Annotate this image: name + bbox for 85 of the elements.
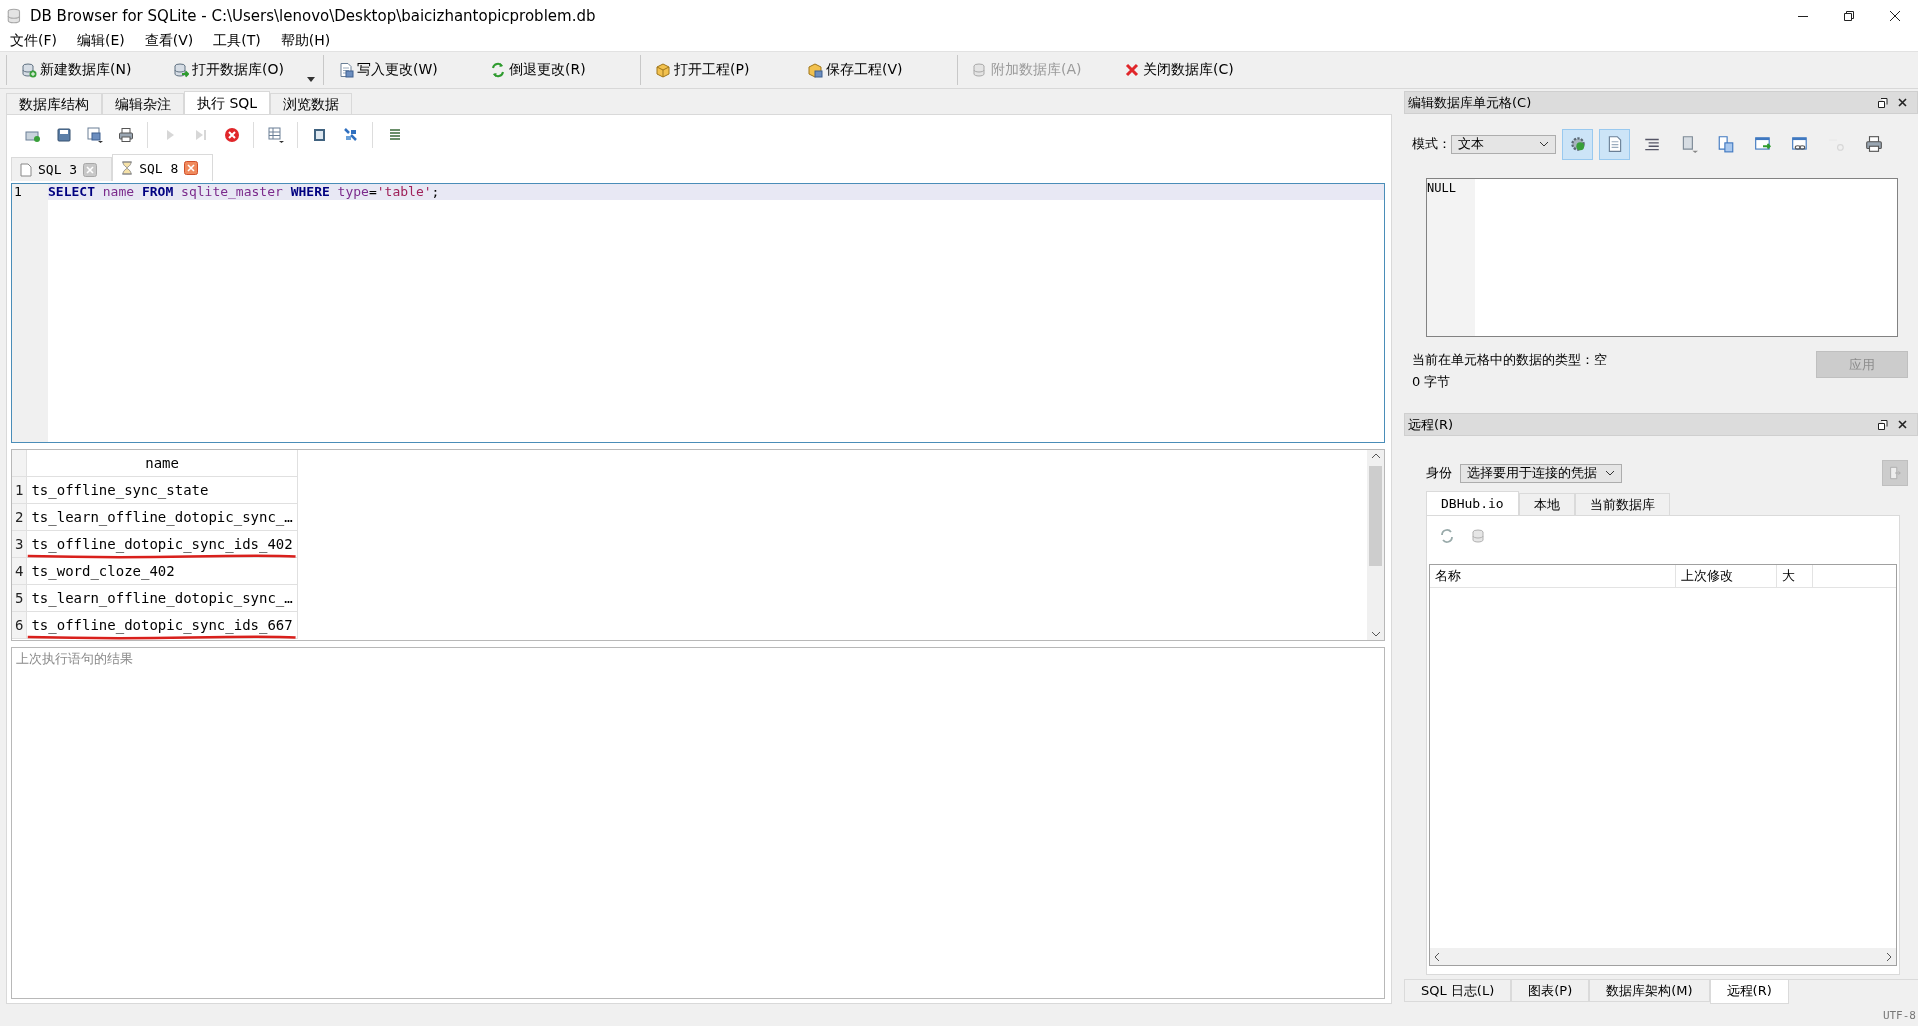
field-label: 模式： [1412, 135, 1451, 153]
row-number: 4 [12, 557, 27, 585]
dock-title: 编辑数据库单元格(C) [1408, 93, 1533, 112]
dock-tab[interactable]: 数据库架构(M) [1589, 980, 1710, 1002]
window-title: DB Browser for SQLite - C:\Users\lenovo\Desktop\baicizhantopicproblem.db [30, 6, 597, 25]
code-line: SELECT name FROM sqlite_master WHERE type='table'; [48, 184, 440, 199]
column-header[interactable]: name [26, 450, 298, 477]
tab[interactable]: 本地 [1518, 493, 1575, 515]
scroll-left-icon[interactable] [1433, 951, 1441, 962]
dock-title: 远程(R) [1408, 415, 1455, 434]
float-icon[interactable] [1878, 97, 1888, 108]
hourglass-icon [121, 161, 134, 175]
float-icon[interactable] [1878, 419, 1888, 430]
editor-tab[interactable]: SQL 8 [112, 154, 214, 181]
table-cell: ts_offline_sync_state [31, 482, 209, 498]
arrows-icon[interactable] [490, 62, 506, 78]
tab[interactable]: 浏览数据 [270, 93, 353, 114]
tab[interactable]: 编辑杂注 [102, 93, 184, 114]
printer-icon[interactable] [1864, 135, 1883, 153]
results-message-field[interactable]: 上次执行语句的结果 [11, 647, 1385, 999]
database-plus-icon[interactable] [21, 62, 37, 78]
identity-dropdown[interactable]: 选择要用于连接的凭据 [1460, 463, 1622, 483]
tab[interactable]: 数据库结构 [6, 93, 102, 114]
close-icon[interactable] [1898, 98, 1907, 107]
toolbar-button[interactable]: 写入更改(W) [330, 56, 482, 84]
table-icon[interactable] [267, 127, 284, 143]
tool-button[interactable] [1562, 128, 1593, 160]
cell-value-field[interactable]: NULL [1426, 178, 1898, 337]
mode-dropdown[interactable]: 文本 [1451, 134, 1556, 154]
restore-icon[interactable] [1843, 9, 1855, 22]
dock-tab[interactable]: SQL 日志(L) [1404, 980, 1512, 1002]
printer-icon[interactable] [117, 127, 134, 143]
menu-item[interactable]: 文件(F) [2, 32, 65, 50]
table-cell: ts_word_cloze_402 [31, 563, 175, 579]
table-cell: ts_offline_dotopic_sync_ids_667 [31, 617, 293, 633]
database-arrow-icon[interactable] [173, 62, 189, 78]
row-number: 2 [12, 503, 27, 531]
gear-icon[interactable] [1568, 135, 1587, 153]
disk-icon[interactable] [86, 127, 103, 143]
chevron-down-icon[interactable] [1605, 470, 1615, 476]
tab[interactable]: DBHub.io [1426, 491, 1519, 515]
pages-icon[interactable] [1716, 135, 1735, 153]
column-header[interactable]: 大 [1777, 565, 1813, 587]
refresh-icon[interactable] [1439, 528, 1455, 544]
dropdown-arrow-icon[interactable] [307, 77, 315, 82]
row-number: 3 [12, 530, 27, 558]
encoding-label: UTF-8 [1882, 1008, 1916, 1022]
toolbar-button[interactable]: 关闭数据库(C) [1116, 56, 1268, 84]
close-icon[interactable] [1889, 9, 1901, 22]
chevron-down-icon[interactable] [1539, 141, 1549, 147]
menu-item[interactable]: 查看(V) [136, 32, 202, 50]
scroll-right-icon[interactable] [1885, 951, 1893, 962]
page-icon [20, 162, 32, 177]
editor-tab[interactable]: SQL 3 [11, 157, 113, 181]
stop-icon[interactable] [223, 127, 240, 143]
toolbar-button[interactable]: 打开工程(P) [647, 56, 799, 84]
toolbar-button[interactable]: 打开数据库(O) [165, 56, 317, 84]
column-header[interactable]: 上次修改 [1676, 565, 1777, 587]
tab[interactable]: 当前数据库 [1574, 493, 1670, 515]
window-link-icon[interactable] [1790, 135, 1809, 153]
row-number: 6 [12, 611, 27, 639]
dock-tab[interactable]: 图表(P) [1511, 980, 1590, 1002]
table-cell: ts_learn_offline_dotopic_sync_… [31, 509, 293, 525]
column-header[interactable]: 名称 [1430, 565, 1676, 587]
row-number: 1 [12, 476, 27, 504]
close-icon[interactable] [1898, 420, 1907, 429]
type-info-text: 当前在单元格中的数据的类型：空 [1412, 351, 1607, 369]
x-icon[interactable] [1124, 62, 1140, 78]
menu-item[interactable]: 工具(T) [205, 32, 269, 50]
table-cell: ts_learn_offline_dotopic_sync_… [31, 590, 293, 606]
row-number: 5 [12, 584, 27, 612]
line-number: 1 [13, 184, 23, 200]
scrollbar-thumb[interactable] [1369, 466, 1382, 566]
toolbar-button[interactable]: 倒退更改(R) [482, 56, 634, 84]
dock-tab[interactable]: 远程(R) [1709, 980, 1789, 1004]
tool-button[interactable] [1599, 128, 1630, 160]
tab[interactable]: 执行 SQL [184, 91, 271, 114]
menu-item[interactable]: 帮助(H) [272, 32, 339, 50]
table-cell: ts_offline_dotopic_sync_ids_402 [31, 536, 293, 552]
menu-item[interactable]: 编辑(E) [69, 32, 133, 50]
toolbar-button[interactable]: 保存工程(V) [799, 56, 951, 84]
database-page-icon[interactable] [338, 62, 354, 78]
field-label: 身份 [1426, 464, 1452, 482]
size-text: 0 字节 [1412, 373, 1452, 391]
toolbar-button[interactable]: 新建数据库(N) [13, 56, 165, 84]
